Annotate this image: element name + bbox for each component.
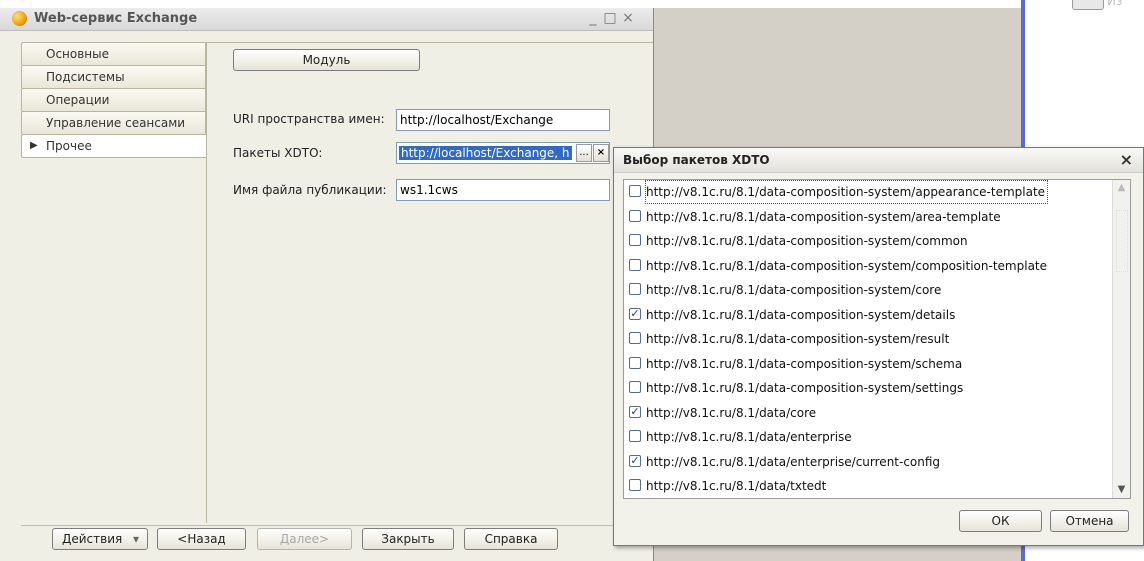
tab-label: Операции xyxy=(46,93,110,107)
package-item[interactable]: http://v8.1c.ru/8.1/data-composition-sys… xyxy=(624,206,1104,228)
package-item-label: http://v8.1c.ru/8.1/data-composition-sys… xyxy=(646,332,950,346)
package-item-label: http://v8.1c.ru/8.1/data/enterprise xyxy=(646,430,852,444)
tab-prochee[interactable]: ▶ Прочее xyxy=(21,134,206,158)
package-item[interactable]: http://v8.1c.ru/8.1/data-composition-sys… xyxy=(624,353,1104,375)
document-background xyxy=(0,0,1030,8)
cancel-button[interactable]: Отмена xyxy=(1050,510,1129,532)
scroll-down-icon[interactable]: ▼ xyxy=(1113,482,1130,498)
maximize-icon[interactable]: □ xyxy=(602,10,618,26)
package-item-label: http://v8.1c.ru/8.1/data-composition-sys… xyxy=(646,283,942,297)
publish-input[interactable]: ws1.1cws xyxy=(396,179,610,201)
checkbox[interactable] xyxy=(629,258,641,271)
xdto-package-dialog: Выбор пакетов XDTO × http://v8.1c.ru/8.1… xyxy=(613,147,1144,546)
checkbox[interactable] xyxy=(629,185,641,197)
xdto-value: http://localhost/Exchange, h xyxy=(399,146,572,160)
chevron-down-icon: ▾ xyxy=(132,532,139,546)
back-button[interactable]: <Назад xyxy=(157,528,246,550)
window-title: Web-сервис Exchange xyxy=(34,11,198,26)
minimize-icon[interactable]: _ xyxy=(585,10,601,26)
package-item[interactable]: http://v8.1c.ru/8.1/data-composition-sys… xyxy=(624,255,1104,277)
uri-value: http://localhost/Exchange xyxy=(400,113,554,127)
publish-value: ws1.1cws xyxy=(400,183,458,197)
checkbox-checked[interactable]: ✓ xyxy=(629,405,641,418)
checkbox[interactable] xyxy=(629,234,641,246)
tab-list: Основные Подсистемы Операции Управление … xyxy=(21,42,206,158)
corner-button[interactable] xyxy=(1072,0,1104,10)
dialog-titlebar[interactable]: Выбор пакетов XDTO × xyxy=(614,148,1143,173)
next-button: Далее> xyxy=(257,528,352,550)
help-button[interactable]: Справка xyxy=(464,528,558,550)
package-item[interactable]: ✓ http://v8.1c.ru/8.1/data/enterprise/cur… xyxy=(624,451,1104,473)
dialog-title: Выбор пакетов XDTO xyxy=(623,153,770,167)
window-titlebar[interactable]: Web-сервис Exchange _ □ × xyxy=(0,8,653,31)
package-item[interactable]: ✓ http://v8.1c.ru/8.1/data/core xyxy=(624,402,1104,424)
package-item-label: http://v8.1c.ru/8.1/data-composition-sys… xyxy=(644,180,1049,204)
package-item[interactable]: http://v8.1c.ru/8.1/data-composition-sys… xyxy=(624,230,1104,252)
package-item[interactable]: ✓ http://v8.1c.ru/8.1/data-composition-sy… xyxy=(624,304,1104,326)
package-item[interactable]: http://v8.1c.ru/8.1/data-composition-sys… xyxy=(624,377,1104,399)
uri-input[interactable]: http://localhost/Exchange xyxy=(396,109,610,131)
actions-label: Действия xyxy=(62,532,123,546)
package-item[interactable]: http://v8.1c.ru/8.1/data/enterprise xyxy=(624,426,1104,448)
app-icon xyxy=(12,11,27,26)
scroll-up-icon[interactable]: ▲ xyxy=(1113,180,1130,196)
active-tab-arrow-icon: ▶ xyxy=(30,140,38,151)
ok-button[interactable]: ОК xyxy=(959,510,1042,532)
xdto-select-button[interactable]: ... xyxy=(576,144,592,162)
tab-label: Подсистемы xyxy=(46,70,125,84)
checkbox[interactable] xyxy=(629,479,641,491)
checkbox-checked[interactable]: ✓ xyxy=(629,307,641,320)
uri-label: URI пространства имен: xyxy=(233,112,385,126)
package-item[interactable]: http://v8.1c.ru/8.1/data-composition-sys… xyxy=(624,180,1104,204)
xdto-clear-button[interactable]: × xyxy=(593,144,609,162)
xdto-label: Пакеты XDTO: xyxy=(233,146,323,160)
module-button[interactable]: Модуль xyxy=(233,49,420,71)
list-scrollbar[interactable]: ▲ ▼ xyxy=(1112,180,1130,498)
close-icon[interactable]: × xyxy=(620,10,636,26)
package-list[interactable]: http://v8.1c.ru/8.1/data-composition-sys… xyxy=(623,179,1131,499)
tab-label: Управление сеансами xyxy=(46,116,186,130)
package-item-label: http://v8.1c.ru/8.1/data-composition-sys… xyxy=(646,356,963,371)
package-item-label: http://v8.1c.ru/8.1/data-composition-sys… xyxy=(646,234,968,248)
checkbox[interactable] xyxy=(629,332,641,344)
checkbox[interactable] xyxy=(629,283,641,295)
checkbox[interactable] xyxy=(629,430,641,442)
tab-label: Основные xyxy=(46,47,110,61)
package-item-label: http://v8.1c.ru/8.1/data-composition-sys… xyxy=(646,307,956,322)
package-item-label: http://v8.1c.ru/8.1/data-composition-sys… xyxy=(646,381,964,395)
tab-upravlenie-seansami[interactable]: Управление сеансами xyxy=(21,111,206,135)
scroll-thumb[interactable] xyxy=(1116,210,1128,272)
package-item-label: http://v8.1c.ru/8.1/data-composition-sys… xyxy=(646,209,1001,224)
corner-text: Из xyxy=(1107,0,1123,8)
tab-label: Прочее xyxy=(46,139,92,153)
web-service-window: Web-сервис Exchange _ □ × Основные Подси… xyxy=(0,8,654,561)
package-item[interactable]: http://v8.1c.ru/8.1/data/txtedt xyxy=(624,475,1104,497)
checkbox[interactable] xyxy=(629,356,641,369)
package-item[interactable]: http://v8.1c.ru/8.1/data-composition-sys… xyxy=(624,328,1104,350)
package-item[interactable]: http://v8.1c.ru/8.1/data-composition-sys… xyxy=(624,279,1104,301)
package-item-label: http://v8.1c.ru/8.1/data/txtedt xyxy=(646,479,827,493)
package-item-label: http://v8.1c.ru/8.1/data/enterprise/curr… xyxy=(646,454,941,469)
close-button[interactable]: Закрыть xyxy=(362,528,454,550)
checkbox-checked[interactable]: ✓ xyxy=(629,454,641,467)
package-item-label: http://v8.1c.ru/8.1/data-composition-sys… xyxy=(646,258,1048,273)
tab-podsistemy[interactable]: Подсистемы xyxy=(21,65,206,89)
tab-operacii[interactable]: Операции xyxy=(21,88,206,112)
publish-label: Имя файла публикации: xyxy=(233,183,387,197)
footer-separator xyxy=(21,525,651,526)
dialog-close-icon[interactable]: × xyxy=(1120,148,1133,172)
actions-button[interactable]: Действия ▾ xyxy=(52,528,148,550)
tab-osnovnye[interactable]: Основные xyxy=(21,42,206,66)
checkbox[interactable] xyxy=(629,209,641,222)
package-item-label: http://v8.1c.ru/8.1/data/core xyxy=(646,405,817,420)
checkbox[interactable] xyxy=(629,381,641,393)
